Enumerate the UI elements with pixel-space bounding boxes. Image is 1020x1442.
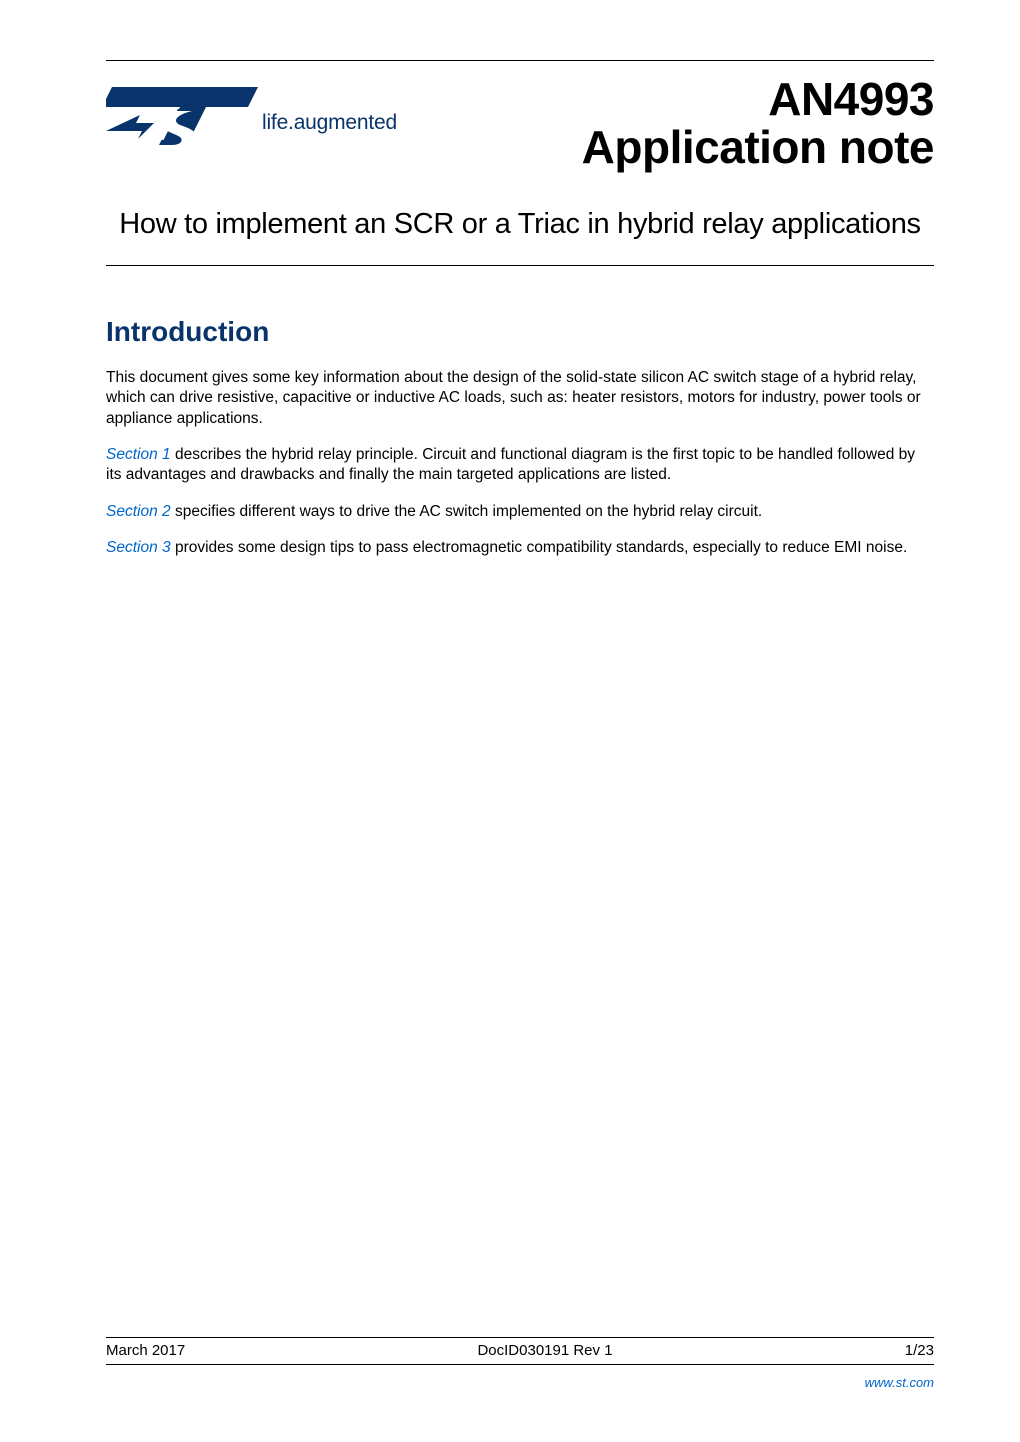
doc-title-block: AN4993 Application note [582,75,934,172]
tagline-word-life: life [262,111,288,134]
link-section-1[interactable]: Section 1 [106,446,171,463]
intro-para-3: Section 2 specifies different ways to dr… [106,502,934,522]
footer-url[interactable]: www.st.com [106,1375,934,1390]
tagline-word-augmented: augmented [294,111,397,134]
intro-body: This document gives some key information… [106,368,934,559]
doc-type: Application note [582,123,934,171]
st-logo: life.augmented [106,79,397,167]
footer-row: March 2017 DocID030191 Rev 1 1/23 [106,1337,934,1365]
intro-para-2: Section 1 describes the hybrid relay pri… [106,445,934,486]
st-logo-mark [106,79,266,167]
header: life.augmented AN4993 Application note [106,75,934,188]
doc-number: AN4993 [582,75,934,123]
rule-under-title [106,265,934,266]
page-title: How to implement an SCR or a Triac in hy… [106,208,934,241]
link-section-2[interactable]: Section 2 [106,503,171,520]
intro-para-4-rest: provides some design tips to pass electr… [171,539,908,556]
rule-top [106,60,934,61]
footer: March 2017 DocID030191 Rev 1 1/23 www.st… [106,1337,934,1390]
intro-para-2-rest: describes the hybrid relay principle. Ci… [106,446,915,483]
section-heading-introduction: Introduction [106,316,934,348]
link-section-3[interactable]: Section 3 [106,539,171,556]
footer-date: March 2017 [106,1342,185,1359]
intro-para-3-rest: specifies different ways to drive the AC… [171,503,763,520]
logo-tagline: life.augmented [262,111,397,135]
intro-para-4: Section 3 provides some design tips to p… [106,538,934,558]
intro-para-1: This document gives some key information… [106,368,934,429]
footer-docid: DocID030191 Rev 1 [477,1342,612,1359]
footer-page: 1/23 [905,1342,934,1359]
